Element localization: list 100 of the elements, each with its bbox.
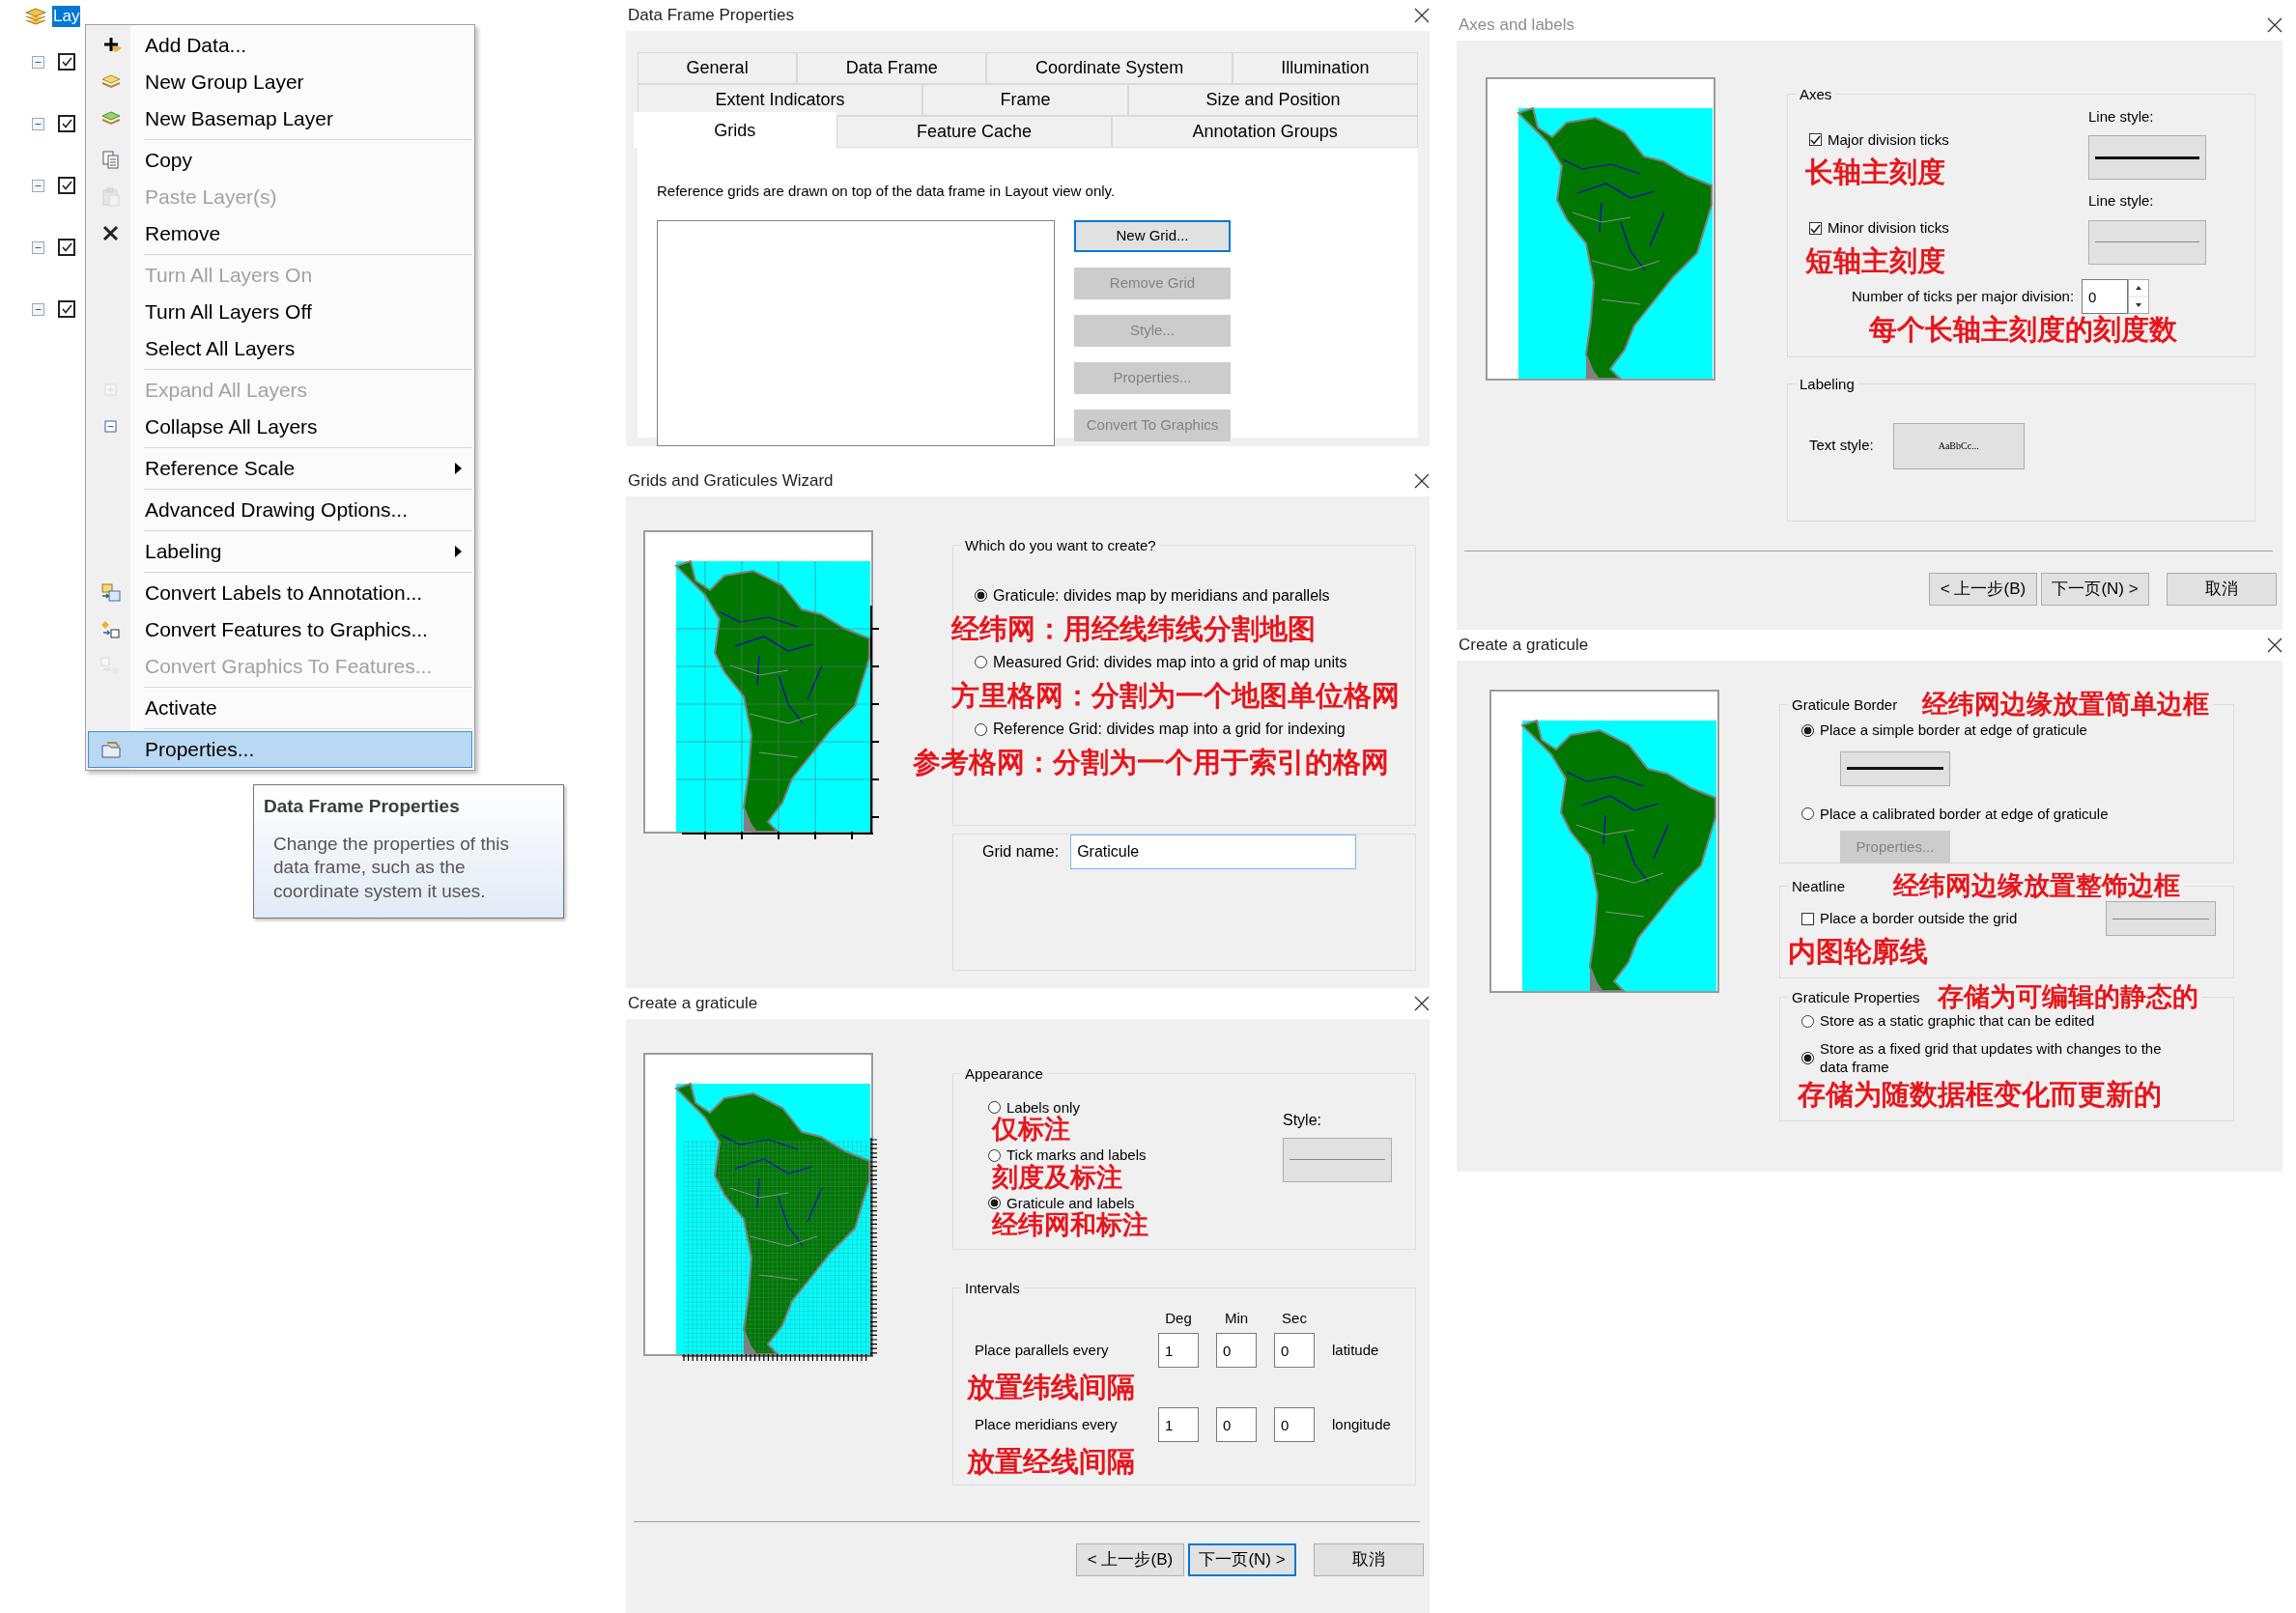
line-style-swatch[interactable] [2088,135,2206,180]
field-label: Style: [1283,1110,1322,1130]
check-icon [60,181,73,190]
close-icon[interactable] [2267,17,2282,33]
radio-option[interactable]: Store as a static graphic that can be edited [1801,1012,2188,1032]
menu-item[interactable]: Properties... [88,731,472,768]
number-field[interactable]: 0 [1216,1407,1257,1443]
tab[interactable]: Annotation Groups [1112,116,1418,148]
tab[interactable]: Coordinate System [986,52,1233,84]
layer-checkbox[interactable] [58,300,75,318]
radio-option[interactable]: Reference Grid: divides map into a grid for indexing [975,718,1405,742]
collapse-icon[interactable] [32,179,44,192]
menu-item[interactable]: New Group Layer [88,64,472,100]
radio-option[interactable]: Measured Grid: divides map into a grid of map units [975,650,1405,674]
menu-item[interactable]: Copy [88,142,472,179]
annotation-text: 方里格网：分割为一个地图单位格网 [951,679,1401,713]
menu-item[interactable]: Advanced Drawing Options... [88,492,472,528]
menu-item[interactable]: Activate [88,690,472,726]
close-icon[interactable] [1414,996,1430,1011]
number-field[interactable]: 0 [2082,279,2129,315]
text-style-button[interactable]: AaBbCc... [1892,422,2025,469]
menu-item[interactable]: Collapse All Layers [88,409,472,445]
menu-item[interactable]: Remove [88,215,472,252]
group-label: Which do you want to create? [965,536,1156,555]
group-label: Labeling [1800,375,1855,394]
collapse-icon[interactable] [32,241,44,254]
spin-buttons[interactable] [2128,279,2150,315]
check-icon [1810,134,1821,145]
line-style-swatch[interactable] [2088,219,2206,265]
menu-item[interactable]: Turn All Layers Off [88,294,472,330]
close-icon[interactable] [1414,8,1430,23]
tab[interactable]: Extent Indicators [638,84,922,116]
close-icon[interactable] [1414,473,1430,489]
group-label: Intervals [965,1279,1020,1298]
tab[interactable]: General [638,52,798,84]
back-button[interactable]: < 上一步(B) [1929,573,2037,606]
annotation-text: 参考格网：分割为一个用于索引的格网 [913,747,1390,779]
checkbox-option[interactable]: Major division ticks [1809,128,2041,151]
annotation-text: 经纬网：用经线纬线分割地图 [951,612,1317,645]
shapes-arrow-icon [100,619,122,640]
tree-item[interactable]: Lay [52,6,81,27]
number-field[interactable]: 0 [1274,1333,1315,1368]
new-grid-button[interactable]: New Grid... [1074,219,1231,252]
tab[interactable]: Frame [922,84,1128,116]
number-field[interactable]: 0 [1274,1407,1315,1443]
cancel-button[interactable]: 取消 [1314,1543,1424,1576]
radio-option[interactable]: Place a calibrated border at edge of graticule [1801,803,2224,826]
window-title: Data Frame Properties [628,5,794,27]
back-button[interactable]: < 上一步(B) [1076,1543,1184,1576]
tab[interactable]: Illumination [1232,52,1418,84]
column-header: Sec [1281,1308,1308,1328]
text-field[interactable]: Graticule [1070,835,1357,869]
menu-item[interactable]: Convert Labels to Annotation... [88,575,472,611]
line-style-swatch[interactable] [1283,1137,1392,1182]
line-style-swatch[interactable] [1840,750,1950,786]
checkbox-option[interactable]: Minor division ticks [1809,217,2041,240]
clipboard-icon [100,186,122,208]
field-label: Place meridians every [975,1415,1119,1435]
radio-option[interactable]: Graticule: divides map by meridians and parallels [975,583,1405,608]
menu-item[interactable]: Reference Scale [88,450,472,487]
cancel-button[interactable]: 取消 [2167,573,2277,606]
layer-checkbox[interactable] [58,239,75,256]
submenu-arrow-icon [455,546,462,557]
tab[interactable]: Feature Cache [836,116,1113,148]
submenu-arrow-icon [455,463,462,474]
radio-option[interactable]: Store as a fixed grid that updates with changes to the data frame [1801,1040,2188,1077]
window-title: Axes and labels [1459,14,1575,37]
tooltip-text: Change the properties of this data frame, such as the coordinate system it uses. [273,832,510,903]
checkbox-option[interactable]: Place a border outside the grid [1801,907,2018,930]
menu-item[interactable]: Convert Features to Graphics... [88,611,472,648]
menu-item[interactable]: Labeling [88,533,472,570]
number-field[interactable]: 1 [1158,1333,1199,1368]
tab[interactable]: Size and Position [1127,84,1418,116]
line-style-swatch[interactable] [2106,901,2216,937]
annotation-text: 内图轮廓线 [1788,936,1929,969]
menu-item[interactable]: New Basemap Layer [88,100,472,137]
field-label: Number of ticks per major division: [1852,286,2075,306]
next-button[interactable]: 下一页(N) > [1188,1543,1296,1576]
annotation-text: 放置纬线间隔 [967,1372,1136,1404]
number-field[interactable]: 1 [1158,1407,1199,1443]
next-button[interactable]: 下一页(N) > [2041,573,2149,606]
close-icon[interactable] [2267,637,2282,653]
tab[interactable]: Grids [634,112,836,148]
layer-checkbox[interactable] [58,115,75,132]
tab[interactable]: Data Frame [797,52,987,84]
menu-item[interactable]: Select All Layers [88,330,472,367]
group-label: Graticule Properties [1792,988,1920,1007]
menu-item[interactable]: Add Data... [88,27,472,64]
layer-checkbox[interactable] [58,177,75,194]
copy-icon [100,150,122,171]
collapse-icon[interactable] [32,55,44,69]
number-field[interactable]: 0 [1216,1333,1257,1368]
layer-checkbox[interactable] [58,53,75,71]
tooltip-title: Data Frame Properties [264,795,461,818]
collapse-icon[interactable] [32,302,44,316]
collapse-icon[interactable] [32,117,44,130]
annotation-text: 经纬网边缘放置简单边框 [1922,690,2210,721]
radio-option[interactable]: Place a simple border at edge of graticule [1801,720,2224,742]
annotation-text: 短轴主刻度 [1805,244,1946,278]
window-title: Create a graticule [1459,635,1589,657]
